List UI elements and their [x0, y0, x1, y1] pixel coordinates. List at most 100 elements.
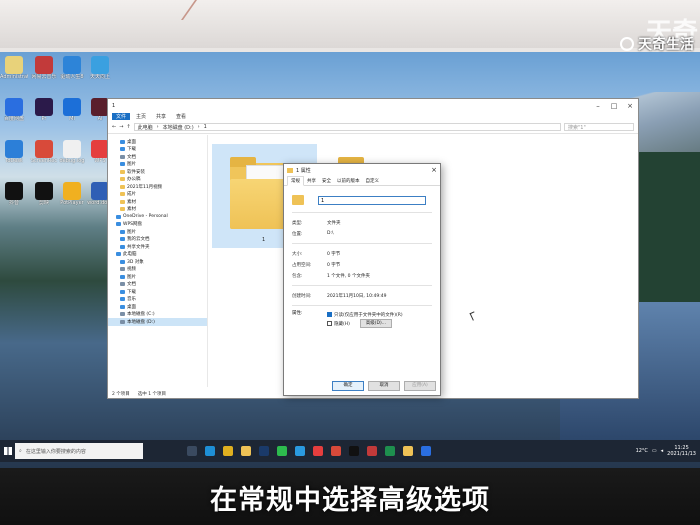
folder-icon — [120, 297, 125, 302]
address-bar[interactable]: 此电脑 › 本地磁盘 (D:) › 1 — [133, 123, 561, 131]
desktop-icon[interactable]: Mi — [58, 98, 86, 122]
folder-icon — [403, 446, 413, 456]
desktop-icon[interactable]: Pr — [30, 98, 58, 122]
cancel-button[interactable]: 取消 — [368, 381, 400, 391]
nav-item[interactable]: 办公稿 — [108, 176, 207, 184]
start-button[interactable] — [1, 440, 15, 462]
app-icon — [35, 56, 53, 74]
close-button[interactable]: × — [622, 102, 638, 110]
nav-item[interactable]: 桌面 — [108, 138, 207, 146]
nav-item[interactable]: 下载 — [108, 146, 207, 154]
taskbar: ⌕ 在这里输入你要搜索的内容 12°C ▭ ◂ 11:25 2021/11/13 — [0, 440, 700, 462]
apply-button[interactable]: 应用(A) — [404, 381, 436, 391]
readonly-checkbox[interactable] — [327, 312, 332, 317]
name-field[interactable]: 1 — [318, 195, 426, 205]
taskbar-app-qq[interactable] — [291, 442, 309, 460]
ribbon-tab-home[interactable]: 主页 — [132, 113, 150, 120]
folder-label[interactable]: 1 — [262, 237, 265, 243]
desktop-icon[interactable]: 剪映 — [30, 182, 58, 206]
taskbar-app-ps[interactable] — [255, 442, 273, 460]
nav-item[interactable]: 音乐 — [108, 296, 207, 304]
up-icon[interactable]: ↑ — [126, 124, 130, 130]
desktop-icon[interactable]: debug.log — [58, 140, 86, 164]
nav-item[interactable]: 我的云文档 — [108, 236, 207, 244]
ok-button[interactable]: 确定 — [332, 381, 364, 391]
breadcrumb-folder[interactable]: 1 — [204, 124, 207, 130]
nav-item[interactable]: WPS网盘 — [108, 221, 207, 229]
desktop-icon[interactable]: ToDesk — [0, 140, 28, 164]
close-icon[interactable]: × — [428, 166, 440, 174]
ribbon-tab-view[interactable]: 查看 — [172, 113, 190, 120]
nav-item[interactable]: 文档 — [108, 153, 207, 161]
nav-item-label: 图片 — [127, 229, 136, 235]
tab-sharing[interactable]: 共享 — [304, 177, 319, 185]
nav-item[interactable]: 软件安装 — [108, 168, 207, 176]
taskbar-app-explorer[interactable] — [237, 442, 255, 460]
nav-item[interactable]: OneDrive - Personal — [108, 213, 207, 221]
desktop-icon[interactable]: 百度网盘 — [0, 98, 28, 122]
search-input[interactable]: 搜索"1" — [564, 123, 634, 131]
music-icon — [367, 446, 377, 456]
desktop-icon[interactable]: Administrator — [0, 56, 28, 80]
app-icon — [63, 140, 81, 158]
network-icon[interactable]: ▭ — [652, 448, 657, 454]
folder-icon — [116, 214, 121, 219]
desktop-icon[interactable]: 天天向上 — [86, 56, 114, 80]
nav-item[interactable]: 3D 对象 — [108, 258, 207, 266]
taskbar-app-folder[interactable] — [399, 442, 417, 460]
clock[interactable]: 11:25 2021/11/13 — [667, 445, 696, 457]
nav-item[interactable]: 图片 — [108, 161, 207, 169]
taskbar-app-writer[interactable] — [327, 442, 345, 460]
nav-item[interactable]: 桌面 — [108, 303, 207, 311]
nav-item[interactable]: 文档 — [108, 281, 207, 289]
taskbar-app-edge[interactable] — [201, 442, 219, 460]
taskbar-app-cloud[interactable] — [417, 442, 435, 460]
hidden-checkbox[interactable] — [327, 321, 332, 326]
nav-item[interactable]: 图片 — [108, 228, 207, 236]
taskbar-app-chrome[interactable] — [219, 442, 237, 460]
desktop-icon[interactable]: PotPlayer — [58, 182, 86, 206]
tab-customize[interactable]: 自定义 — [363, 177, 383, 185]
breadcrumb-this-pc[interactable]: 此电脑 — [138, 124, 153, 131]
minimize-button[interactable]: – — [590, 102, 606, 110]
nav-item[interactable]: 此电脑 — [108, 251, 207, 259]
taskbar-app-wechat[interactable] — [273, 442, 291, 460]
nav-item[interactable]: 素材 — [108, 206, 207, 214]
ribbon-tab-share[interactable]: 共享 — [152, 113, 170, 120]
taskbar-app-excel[interactable] — [381, 442, 399, 460]
volume-icon[interactable]: ◂ — [661, 448, 664, 454]
nav-item[interactable]: 本地磁盘 (D:) — [108, 318, 207, 326]
nav-item[interactable]: 下载 — [108, 288, 207, 296]
taskbar-search[interactable]: ⌕ 在这里输入你要搜索的内容 — [15, 443, 143, 459]
tab-previous-versions[interactable]: 以前的版本 — [334, 177, 363, 185]
desktop-icon[interactable]: 网易云音乐 — [30, 56, 58, 80]
taskbar-app-capcut[interactable] — [345, 442, 363, 460]
nav-item[interactable]: 视频 — [108, 266, 207, 274]
tab-general[interactable]: 常规 — [287, 176, 304, 186]
desktop-icon[interactable]: 驱动人生8 — [58, 56, 86, 80]
nav-item[interactable]: 共享文件夹 — [108, 243, 207, 251]
advanced-button[interactable]: 高级(D)... — [359, 319, 392, 328]
breadcrumb-drive[interactable]: 本地磁盘 (D:) — [163, 124, 194, 131]
back-icon[interactable]: ← — [112, 124, 116, 130]
nav-item[interactable]: 2021年11月视频 — [108, 183, 207, 191]
nav-item[interactable]: 图片 — [108, 273, 207, 281]
taskbar-app-task-view[interactable] — [183, 442, 201, 460]
taskbar-app-wps[interactable] — [309, 442, 327, 460]
nav-item[interactable]: 素材 — [108, 198, 207, 206]
nav-item-label: 桌面 — [127, 139, 136, 145]
desktop-icon[interactable]: 抖音 — [0, 182, 28, 206]
ribbon-tab-file[interactable]: 文件 — [112, 113, 131, 120]
taskbar-app-music[interactable] — [363, 442, 381, 460]
nav-item-label: WPS网盘 — [123, 222, 143, 228]
nav-item[interactable]: 成片 — [108, 191, 207, 199]
readonly-label: 只读(仅应用于文件夹中的文件)(R) — [334, 312, 403, 318]
nav-item[interactable]: 本地磁盘 (C:) — [108, 311, 207, 319]
nav-item-label: 图片 — [127, 162, 136, 168]
forward-icon[interactable]: → — [119, 124, 123, 130]
tab-security[interactable]: 安全 — [319, 177, 334, 185]
desktop-icon[interactable]: ScreenRec — [30, 140, 58, 164]
weather-text[interactable]: 12°C — [636, 448, 648, 454]
dialog-titlebar: 1 属性 × — [284, 164, 440, 176]
maximize-button[interactable]: □ — [606, 102, 622, 110]
